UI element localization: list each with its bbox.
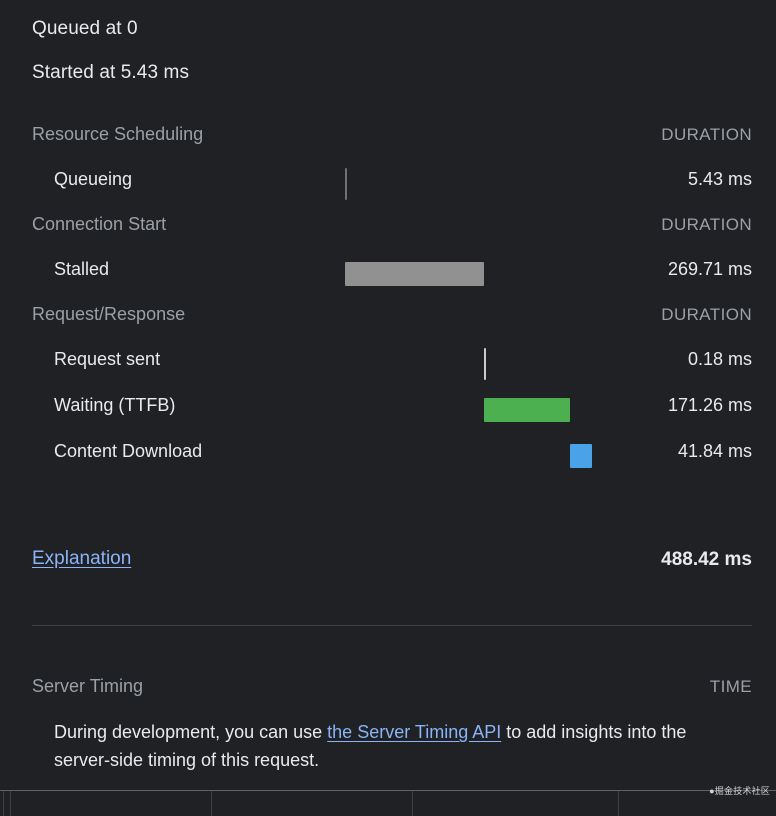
timing-bar-marker (484, 348, 486, 380)
timing-section-title: Connection Start (32, 214, 167, 234)
section-divider (32, 625, 752, 626)
timing-row: Request sent 0.18 ms (0, 342, 776, 388)
timing-row-duration: 0.18 ms (687, 349, 752, 369)
timing-bar (345, 262, 484, 286)
timing-row-label: Content Download (54, 441, 203, 461)
timing-row: Waiting (TTFB) 171.26 ms (0, 388, 776, 434)
server-timing-note-before: During development, you can use (54, 722, 328, 742)
table-column-divider[interactable] (10, 791, 11, 816)
timing-bar-marker (345, 168, 347, 200)
server-timing-note: During development, you can use the Serv… (54, 718, 744, 774)
timing-section-title: Request/Response (32, 304, 186, 324)
table-column-divider[interactable] (618, 791, 619, 816)
timing-section-duration-header: DURATION (661, 215, 752, 234)
timing-row-label: Queueing (54, 169, 133, 189)
explanation-link[interactable]: Explanation (32, 548, 131, 570)
timing-section-duration-header: DURATION (661, 125, 752, 144)
total-row: Explanation 488.42 ms (0, 545, 776, 581)
timing-row: Content Download 41.84 ms (0, 434, 776, 480)
timing-row-label: Request sent (54, 349, 161, 369)
table-column-divider[interactable] (412, 791, 413, 816)
network-timing-panel: Queued at 0 Started at 5.43 ms Resource … (0, 0, 776, 816)
bottom-table-strip: ●掘金技术社区 (0, 786, 776, 816)
timing-row-duration: 41.84 ms (677, 441, 752, 461)
timing-row-label: Stalled (54, 259, 110, 279)
timing-bar (570, 444, 592, 468)
timing-row: Stalled 269.71 ms (0, 252, 776, 298)
table-column-divider[interactable] (211, 791, 212, 816)
timing-section-header: Request/Response DURATION (0, 298, 776, 342)
timing-row-duration: 269.71 ms (667, 259, 752, 279)
timing-bar-track (0, 252, 776, 298)
timing-row-duration: 171.26 ms (667, 395, 752, 415)
timing-row: Queueing 5.43 ms (0, 162, 776, 208)
timing-section-duration-header: DURATION (661, 305, 752, 324)
server-timing-title: Server Timing (32, 676, 144, 696)
server-timing-api-link[interactable]: the Server Timing API (327, 722, 501, 742)
timing-row-duration: 5.43 ms (687, 169, 752, 189)
started-at-text: Started at 5.43 ms (32, 62, 190, 83)
timing-breakdown-table: Resource Scheduling DURATION Queueing 5.43 … (0, 118, 776, 480)
timing-section-header: Resource Scheduling DURATION (0, 118, 776, 162)
timing-bar (484, 398, 570, 422)
table-column-divider[interactable] (3, 791, 4, 816)
timing-row-label: Waiting (TTFB) (54, 395, 176, 415)
timing-section-title: Resource Scheduling (32, 124, 204, 144)
watermark-text: ●掘金技术社区 (709, 786, 770, 796)
server-timing-time-header: TIME (709, 677, 752, 696)
queued-at-text: Queued at 0 (32, 18, 138, 39)
timing-section-header: Connection Start DURATION (0, 208, 776, 252)
total-duration-value: 488.42 ms (661, 549, 752, 570)
